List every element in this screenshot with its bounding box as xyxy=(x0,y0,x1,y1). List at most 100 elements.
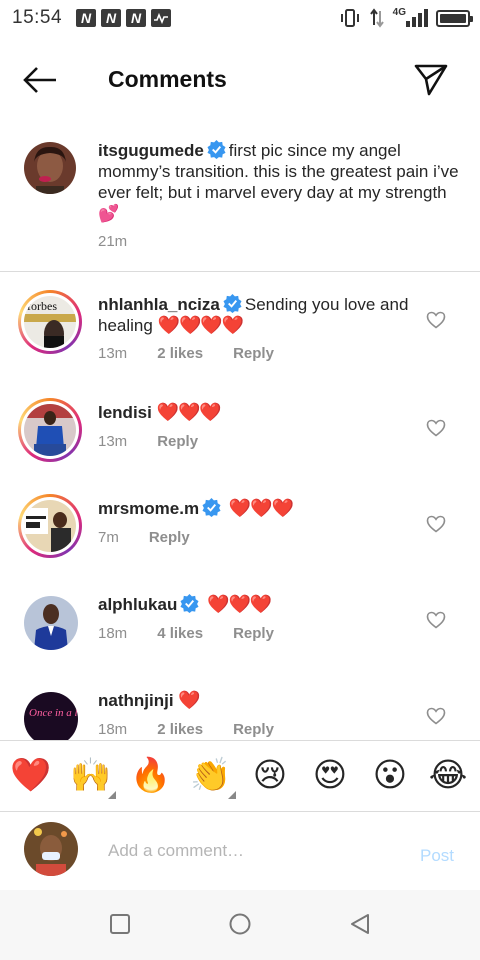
status-time: 15:54 xyxy=(12,7,63,28)
comment-text: nhlanhla_nciza Sending you love and heali… xyxy=(98,294,418,336)
comment-time: 7m xyxy=(98,529,119,546)
comment-username[interactable]: nhlanhla_nciza xyxy=(98,295,220,314)
comment-hearts: ❤️ xyxy=(178,690,200,710)
network-type: 4G xyxy=(392,6,406,18)
emoji-heart[interactable]: ❤️ xyxy=(10,755,51,795)
reply-button[interactable]: Reply xyxy=(233,721,274,738)
comment-likes[interactable]: 4 likes xyxy=(157,625,203,642)
comment-text: mrsmome.m ❤️❤️❤️ xyxy=(98,498,418,519)
story-ring-avatar[interactable] xyxy=(18,398,82,462)
caption-username[interactable]: itsgugumede xyxy=(98,141,204,160)
emoji-heart-eyes[interactable]: 😍 xyxy=(310,755,350,795)
reply-button[interactable]: Reply xyxy=(233,625,274,642)
neon-text: Once in a lifetime xyxy=(29,707,78,719)
status-bar: 15:54 N N N 4G xyxy=(0,0,480,36)
caption-time: 21m xyxy=(98,233,128,250)
current-user-avatar xyxy=(24,822,78,876)
caption-emoji: 💕 xyxy=(98,204,120,223)
activity-icon xyxy=(151,9,172,27)
avatar[interactable] xyxy=(24,142,76,194)
like-heart-icon[interactable] xyxy=(426,707,448,727)
comment-time: 13m xyxy=(98,345,128,362)
comment-username[interactable]: nathnjinji xyxy=(98,691,174,710)
emoji-raised-hands[interactable]: 🙌 xyxy=(70,755,116,799)
emoji-clapping-hands-glyph: 👏 xyxy=(190,756,232,793)
comment-composer: Post xyxy=(0,812,480,890)
notification-icon: N xyxy=(101,9,122,27)
battery-level xyxy=(440,13,466,23)
like-heart-icon[interactable] xyxy=(426,515,448,535)
verified-badge-icon xyxy=(202,498,221,517)
reply-button[interactable]: Reply xyxy=(233,345,274,362)
skin-tone-indicator xyxy=(228,791,236,799)
data-transfer-icon xyxy=(369,8,384,28)
comment-meta: 13m 2 likes Reply xyxy=(98,345,304,362)
comment-meta: 13m Reply xyxy=(98,433,228,450)
comment-meta: 7m Reply xyxy=(98,529,220,546)
back-nav-icon[interactable] xyxy=(348,912,372,936)
caption-meta: 21m xyxy=(98,233,157,250)
recent-apps-icon[interactable] xyxy=(108,912,132,936)
comment-time: 18m xyxy=(98,721,128,738)
home-icon[interactable] xyxy=(228,912,252,936)
reply-button[interactable]: Reply xyxy=(149,529,190,546)
notification-icon: N xyxy=(126,9,147,27)
comment-hearts: ❤️❤️❤️ xyxy=(207,594,272,614)
comment-likes[interactable]: 2 likes xyxy=(157,721,203,738)
post-caption: itsgugumede first pic since my angel momm… xyxy=(0,130,480,272)
signal-icon xyxy=(406,9,428,27)
like-heart-icon[interactable] xyxy=(426,311,448,331)
page-title: Comments xyxy=(108,66,227,92)
emoji-fire[interactable]: 🔥 xyxy=(130,755,171,795)
like-heart-icon[interactable] xyxy=(426,419,448,439)
battery-icon xyxy=(436,9,473,27)
verified-badge-icon xyxy=(223,294,242,313)
vibrate-icon xyxy=(340,9,359,27)
comment-item: mrsmome.m ❤️❤️❤️ 7m Reply xyxy=(0,494,480,590)
reply-button[interactable]: Reply xyxy=(157,433,198,450)
story-ring-avatar[interactable] xyxy=(18,494,82,558)
verified-badge-icon xyxy=(180,594,199,613)
comment-hearts: ❤️❤️❤️ xyxy=(156,402,222,422)
magazine-logo: forbes xyxy=(27,299,57,313)
comment-hearts: ❤️❤️❤️❤️ xyxy=(157,315,245,335)
comment-hearts: ❤️❤️❤️ xyxy=(228,498,294,518)
comment-username[interactable]: lendisi xyxy=(98,403,152,422)
avatar[interactable]: Once in a lifetime xyxy=(24,692,78,740)
emoji-crying-face[interactable]: 😢 xyxy=(250,755,290,795)
story-ring-avatar[interactable]: forbes xyxy=(18,290,82,354)
header: Comments xyxy=(0,50,480,110)
verified-badge-icon xyxy=(207,140,226,159)
emoji-surprised-face[interactable]: 😮 xyxy=(370,755,410,795)
notification-icon: N xyxy=(76,9,97,27)
comment-input[interactable] xyxy=(108,838,398,864)
status-right: 4G xyxy=(339,6,473,28)
comment-username[interactable]: mrsmome.m xyxy=(98,499,199,518)
comment-text: lendisi ❤️❤️❤️ xyxy=(98,402,418,423)
comment-text: alphlukau ❤️❤️❤️ xyxy=(98,594,418,615)
comment-text: nathnjinji ❤️ xyxy=(98,690,418,711)
comment-time: 13m xyxy=(98,433,128,450)
system-nav-bar xyxy=(0,890,480,960)
comment-item: Once in a lifetime nathnjinji ❤️ 18m 2 l… xyxy=(0,686,480,740)
comment-item: forbes nhlanhla_nciza Sending you love an… xyxy=(0,290,480,386)
emoji-tears-of-joy[interactable]: 😂 xyxy=(428,755,468,795)
emoji-clapping-hands[interactable]: 👏 xyxy=(190,755,236,799)
like-heart-icon[interactable] xyxy=(426,611,448,631)
avatar[interactable] xyxy=(24,596,78,650)
caption-text: itsgugumede first pic since my angel momm… xyxy=(98,140,468,224)
comment-meta: 18m 2 likes Reply xyxy=(98,721,304,738)
comment-username[interactable]: alphlukau xyxy=(98,595,177,614)
send-icon[interactable] xyxy=(412,62,452,98)
notification-icons: N N N xyxy=(76,9,172,27)
comment-item: alphlukau ❤️❤️❤️ 18m 4 likes Reply xyxy=(0,590,480,686)
comment-likes[interactable]: 2 likes xyxy=(157,345,203,362)
comment-item: lendisi ❤️❤️❤️ 13m Reply xyxy=(0,398,480,494)
post-button[interactable]: Post xyxy=(420,846,454,866)
skin-tone-indicator xyxy=(108,791,116,799)
emoji-quick-bar: ❤️ 🙌 🔥 👏 😢 😍 😮 😂 xyxy=(0,740,480,812)
emoji-raised-hands-glyph: 🙌 xyxy=(70,756,112,793)
comment-time: 18m xyxy=(98,625,128,642)
back-arrow-icon[interactable] xyxy=(22,64,62,96)
comment-meta: 18m 4 likes Reply xyxy=(98,625,304,642)
